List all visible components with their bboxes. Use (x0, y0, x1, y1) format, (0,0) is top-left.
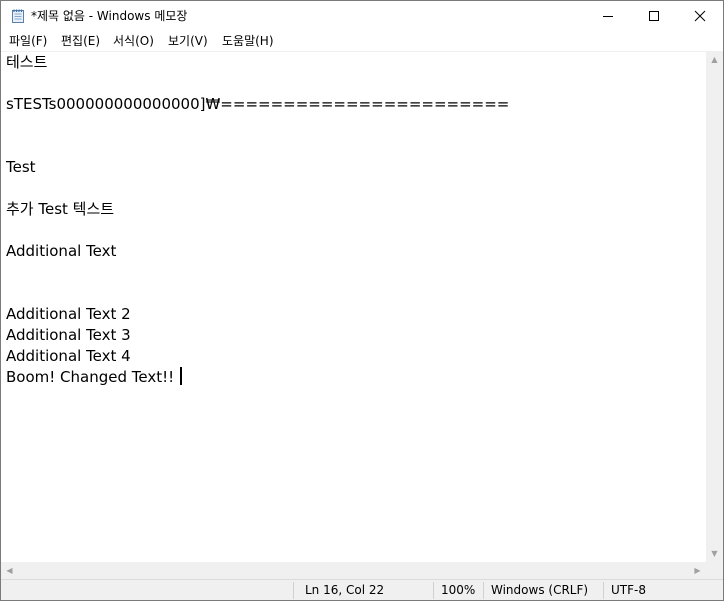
maximize-icon (648, 7, 660, 26)
scroll-down-icon[interactable]: ▼ (706, 545, 723, 562)
status-encoding: UTF-8 (611, 583, 646, 597)
menu-file[interactable]: 파일(F) (8, 31, 48, 51)
editor-line: Additional Text 3 (6, 326, 131, 344)
status-divider (433, 582, 434, 599)
window-title: *제목 없음 - Windows 메모장 (31, 9, 188, 23)
maximize-button[interactable] (631, 1, 677, 31)
close-icon (694, 7, 706, 26)
scroll-right-icon[interactable]: ▶ (689, 562, 706, 579)
editor-line: Additional Text 2 (6, 305, 131, 323)
menu-view[interactable]: 보기(V) (167, 31, 209, 51)
scroll-up-icon[interactable]: ▲ (706, 51, 723, 68)
editor-line: Additional Text 4 (6, 347, 131, 365)
notepad-icon (10, 8, 26, 24)
scrollbar-corner (706, 562, 723, 579)
minimize-icon (602, 7, 614, 26)
menu-edit[interactable]: 편집(E) (60, 31, 101, 51)
title-bar: *제목 없음 - Windows 메모장 (1, 1, 723, 31)
minimize-button[interactable] (585, 1, 631, 31)
vertical-scrollbar[interactable]: ▲ ▼ (706, 51, 723, 562)
scroll-left-icon[interactable]: ◀ (1, 562, 18, 579)
status-line-ending: Windows (CRLF) (491, 583, 589, 597)
text-caret (180, 367, 183, 385)
close-button[interactable] (677, 1, 723, 31)
editor-line: sTESTs000000000000000]₩=================… (6, 95, 510, 113)
status-bar: Ln 16, Col 22 100% Windows (CRLF) UTF-8 (1, 579, 723, 600)
horizontal-scrollbar[interactable]: ◀ ▶ (1, 562, 706, 579)
editor-line: 테스트 (6, 53, 48, 71)
editor-line-text: Boom! Changed Text!! (6, 368, 175, 386)
status-divider (483, 582, 484, 599)
status-cursor-position: Ln 16, Col 22 (305, 583, 385, 597)
notepad-window: *제목 없음 - Windows 메모장 파일(F) 편집(E) 서식(O) 보… (0, 0, 724, 601)
editor-line-current: Boom! Changed Text!! (6, 367, 509, 388)
status-zoom: 100% (441, 583, 476, 597)
menu-help[interactable]: 도움말(H) (221, 31, 275, 51)
menu-format[interactable]: 서식(O) (112, 31, 155, 51)
menu-bar: 파일(F) 편집(E) 서식(O) 보기(V) 도움말(H) (1, 31, 723, 51)
text-editor[interactable]: 테스트 sTESTs000000000000000]₩=============… (1, 51, 706, 563)
status-divider (603, 582, 604, 599)
editor-line: Test (6, 158, 36, 176)
editor-line: Additional Text (6, 242, 117, 260)
editor-text: 테스트 sTESTs000000000000000]₩=============… (6, 52, 509, 388)
editor-line: 추가 Test 텍스트 (6, 200, 115, 218)
status-divider (293, 582, 294, 599)
